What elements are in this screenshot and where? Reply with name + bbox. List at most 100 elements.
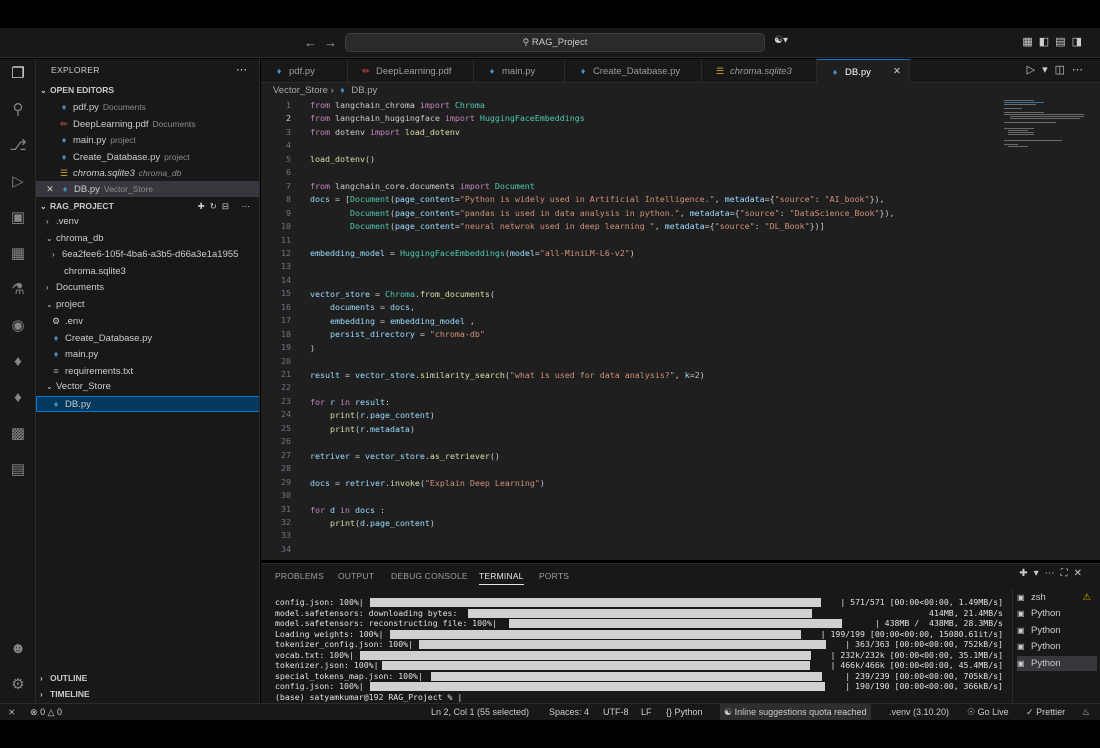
tree-file[interactable]: ♦ Create_Database.py [36,330,259,346]
tree-file-selected[interactable]: ♦ DB.py [36,396,259,412]
panel-tab-terminal[interactable]: TERMINAL [479,571,524,585]
source-control-icon[interactable]: ⎇ [8,136,28,156]
more-actions-icon[interactable]: ⋯ [236,63,247,76]
back-arrow-icon[interactable]: ← [304,35,317,50]
settings-gear-icon[interactable]: ⚙ [8,675,28,695]
tree-folder[interactable]: › 6ea2fee6-105f-4ba6-a3b5-d66a3e1a1955 [36,247,259,263]
notifications-bell-icon[interactable]: ♨ [1082,704,1090,720]
run-python-file-icon[interactable]: ▷▾ [1027,64,1055,76]
copilot-icon[interactable]: ☯▾ [774,35,788,46]
account-icon[interactable]: ☻ [8,639,28,659]
python-interpreter[interactable]: .venv (3.10.20) [889,704,949,720]
tab-create-database-py[interactable]: ♦ Create_Database.py [565,59,702,83]
cursor-position[interactable]: Ln 2, Col 1 (55 selected) [431,704,529,720]
maximize-panel-icon[interactable]: ⛶ [1061,568,1074,579]
breadcrumb-file[interactable]: DB.py [351,85,377,96]
remote-explorer-icon[interactable]: ▣ [8,208,28,228]
code-line[interactable]: documents = docs, [310,302,415,312]
terminal-item[interactable]: ▣ zsh ⚠ [1017,590,1097,605]
more-actions-icon[interactable]: ⋯ [1045,568,1061,579]
code-line[interactable]: docs = retriver.invoke("Explain Deep Lea… [310,478,545,488]
code-line[interactable]: load_dotenv() [310,154,375,164]
more-actions-icon[interactable]: ⋯ [1072,64,1090,76]
tab-main-py[interactable]: ♦ main.py [474,59,565,83]
minimap[interactable] [1000,98,1086,158]
code-line[interactable]: vector_store = Chroma.from_documents( [310,289,495,299]
toggle-panel-icon[interactable]: ▤ [1055,36,1071,48]
extensions-icon[interactable]: ▦ [8,244,28,264]
close-tab-icon[interactable]: ✕ [893,60,901,84]
panel-tab-output[interactable]: OUTPUT [338,571,374,581]
containers-icon[interactable]: ▩ [8,424,28,444]
code-line[interactable]: print(r.page_content) [310,410,435,420]
open-editor-item[interactable]: ☰ chroma.sqlite3 chroma_db [36,165,259,181]
forward-arrow-icon[interactable]: → [324,35,337,50]
code-line[interactable]: from langchain_huggingface import Huggin… [310,113,585,123]
code-line[interactable]: from langchain_core.documents import Doc… [310,181,535,191]
code-line[interactable]: embedding_model = HuggingFaceEmbeddings(… [310,248,635,258]
tab-chroma-sqlite3[interactable]: ☰ chroma.sqlite3 [702,59,817,83]
end-of-line[interactable]: LF [641,704,652,720]
tab-db-py[interactable]: ♦ DB.py ✕ [817,59,910,83]
tree-folder[interactable]: ⌄ Vector_Store [36,379,259,395]
split-editor-icon[interactable]: ◫ [1055,64,1072,76]
panel-tab-ports[interactable]: PORTS [539,571,569,581]
explorer-actions[interactable]: ✚↻⊟ [198,198,234,214]
tree-file[interactable]: chroma.sqlite3 [36,264,259,280]
panel-tab-problems[interactable]: PROBLEMS [275,571,324,581]
tree-file[interactable]: ♦ main.py [36,346,259,362]
terminal-item-active[interactable]: ▣ Python [1017,656,1097,671]
close-icon[interactable]: ✕ [44,181,56,197]
tree-folder[interactable]: › .venv [36,214,259,230]
indentation[interactable]: Spaces: 4 [549,704,589,720]
code-line[interactable]: result = vector_store.similarity_search(… [310,370,705,380]
tree-folder[interactable]: ⌄ project [36,297,259,313]
tab-pdf-py[interactable]: ♦ pdf.py [261,59,348,83]
python-icon[interactable]: ♦ [8,352,28,372]
code-line[interactable]: print(d.page_content) [310,518,435,528]
editor-actions[interactable]: ▷▾◫⋯ [1027,63,1090,76]
code-line[interactable]: print(r.metadata) [310,424,415,434]
tab-deeplearning-pdf[interactable]: ✏ DeepLearning.pdf [348,59,474,83]
encoding[interactable]: UTF-8 [603,704,629,720]
open-editor-item[interactable]: ♦ Create_Database.py project [36,149,259,165]
open-editors-section[interactable]: ⌄ OPEN EDITORS [36,82,259,98]
code-line[interactable]: for r in result: [310,397,390,407]
code-line[interactable]: ) [310,343,315,353]
search-icon[interactable]: ⚲ [8,100,28,120]
code-editor[interactable]: 1 2 3 4 5 6 7 8 9 10 11 12 13 14 15 16 17 18 19 20 21 22 23 24 2… [261,98,1100,560]
code-line[interactable]: Document(page_content="neural netwrok us… [310,221,825,231]
code-line[interactable]: Document(page_content="pandas is used in… [310,208,895,218]
open-editor-item[interactable]: ✏ DeepLearning.pdf Documents [36,116,259,132]
testing-icon[interactable]: ⚗ [8,280,28,300]
close-panel-icon[interactable]: ✕ [1074,568,1088,579]
prettier-status[interactable]: ✓ Prettier [1026,704,1065,720]
python-env-icon[interactable]: ♦ [8,388,28,408]
problems-status[interactable]: ⊗ 0 △ 0 [30,704,62,720]
explorer-icon[interactable]: ❐ [8,64,28,84]
tree-file[interactable]: ≡ requirements.txt [36,363,259,379]
breadcrumb-folder[interactable]: Vector_Store [273,85,328,96]
terminal-item[interactable]: ▣ Python [1017,623,1097,638]
tree-file[interactable]: ⚙ .env [36,313,259,329]
database-icon[interactable]: ▤ [8,460,28,480]
outline-section[interactable]: › OUTLINE [36,670,260,686]
refresh-icon[interactable]: ↻ [210,201,222,211]
code-line[interactable]: embedding = embedding_model , [310,316,475,326]
code-line[interactable]: from langchain_chroma import Chroma [310,100,485,110]
new-file-icon[interactable]: ✚ [198,201,210,211]
tree-folder[interactable]: › Documents [36,280,259,296]
open-editor-item-active[interactable]: ✕ ♦ DB.py Vector_Store [36,181,259,197]
collapse-all-icon[interactable]: ⊟ [222,201,234,211]
github-icon[interactable]: ◉ [8,316,28,336]
terminal-item[interactable]: ▣ Python [1017,639,1097,654]
command-center-search[interactable]: ⚲ RAG_Project [345,33,765,52]
panel-tab-debug-console[interactable]: DEBUG CONSOLE [391,571,468,581]
toggle-sidebar-icon[interactable]: ◧ [1039,36,1055,48]
run-debug-icon[interactable]: ▷ [8,172,28,192]
customize-layout-icon[interactable]: ▦ [1022,36,1038,48]
timeline-section[interactable]: › TIMELINE [36,686,260,702]
code-line[interactable]: docs = [Document(page_content="Python is… [310,194,885,204]
panel-actions[interactable]: ✚▾⋯⛶✕ [1019,568,1088,579]
terminal-output[interactable]: config.json: 100%| | 571/571 [00:00<00:00… [273,597,1003,703]
